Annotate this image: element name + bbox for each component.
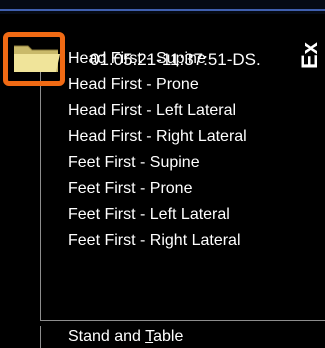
menu-item-feet-first-prone[interactable]: Feet First - Prone — [68, 178, 192, 200]
context-menu-panel: 01.05.21-11:37:51-DS. Ex Head First - Su… — [0, 0, 325, 348]
footer-prefix: Stand and — [68, 328, 146, 345]
menu-item-feet-first-left-lateral[interactable]: Feet First - Left Lateral — [68, 204, 230, 226]
menu-item-head-first-supine[interactable]: Head First - Supine — [68, 48, 206, 70]
menu-separator — [40, 320, 325, 321]
tree-connector-line — [40, 62, 41, 320]
top-strip — [0, 0, 325, 14]
footer-accelerator: T — [145, 328, 154, 345]
ex-side-label: Ex — [297, 42, 322, 70]
top-border-line — [0, 9, 325, 11]
menu-item-head-first-prone[interactable]: Head First - Prone — [68, 74, 199, 96]
menu-item-feet-first-right-lateral[interactable]: Feet First - Right Lateral — [68, 230, 241, 252]
tree-connector-line-lower — [40, 326, 41, 348]
folder-selection-highlight — [3, 32, 65, 86]
menu-item-feet-first-supine[interactable]: Feet First - Supine — [68, 152, 200, 174]
menu-item-head-first-left-lateral[interactable]: Head First - Left Lateral — [68, 100, 236, 122]
menu-item-stand-and-table[interactable]: Stand and Table — [68, 326, 183, 348]
footer-suffix: able — [153, 328, 184, 345]
menu-item-head-first-right-lateral[interactable]: Head First - Right Lateral — [68, 126, 247, 148]
